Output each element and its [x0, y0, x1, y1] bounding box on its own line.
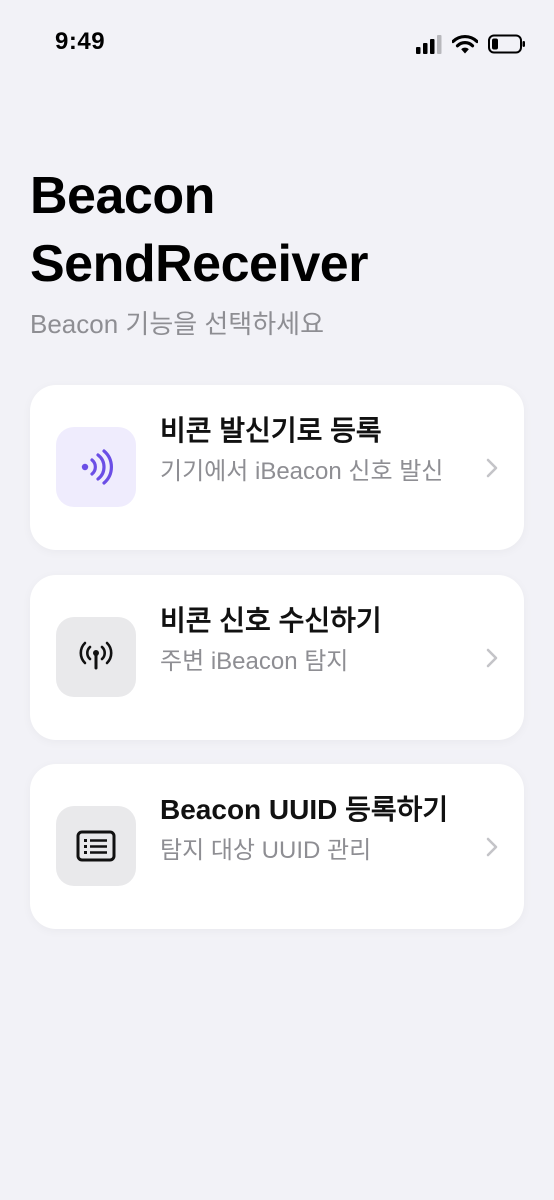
card-description: 탐지 대상 UUID 관리 [160, 837, 372, 864]
antenna-icon [79, 641, 113, 670]
status-time: 9:49 [55, 28, 106, 55]
list-icon [76, 830, 116, 862]
page-subtitle: Beacon 기능을 선택하세요 [30, 309, 324, 339]
menu-card-uuid-register[interactable]: Beacon UUID 등록하기 탐지 대상 UUID 관리 [30, 764, 524, 929]
card-description: 기기에서 iBeacon 신호 발신 [160, 458, 444, 485]
card-icon-box [56, 427, 136, 507]
card-icon-box [56, 617, 136, 697]
chevron-right-icon [486, 458, 498, 478]
broadcast-icon [81, 449, 113, 485]
card-title: 비콘 신호 수신하기 [160, 605, 382, 636]
cellular-signal-icon [416, 35, 442, 54]
page-title: Beacon SendReceiver [30, 167, 368, 293]
wifi-icon [452, 34, 478, 54]
battery-icon [488, 34, 525, 54]
status-bar: 9:49 [0, 0, 554, 88]
chevron-right-icon [486, 648, 498, 668]
status-icons [416, 30, 526, 58]
menu-card-beacon-transmitter[interactable]: 비콘 발신기로 등록 기기에서 iBeacon 신호 발신 [30, 385, 524, 550]
card-icon-box [56, 806, 136, 886]
card-description: 주변 iBeacon 탐지 [160, 648, 349, 675]
chevron-right-icon [486, 837, 498, 857]
menu-card-beacon-receiver[interactable]: 비콘 신호 수신하기 주변 iBeacon 탐지 [30, 575, 524, 740]
card-title: 비콘 발신기로 등록 [160, 415, 382, 446]
card-title: Beacon UUID 등록하기 [160, 794, 449, 825]
